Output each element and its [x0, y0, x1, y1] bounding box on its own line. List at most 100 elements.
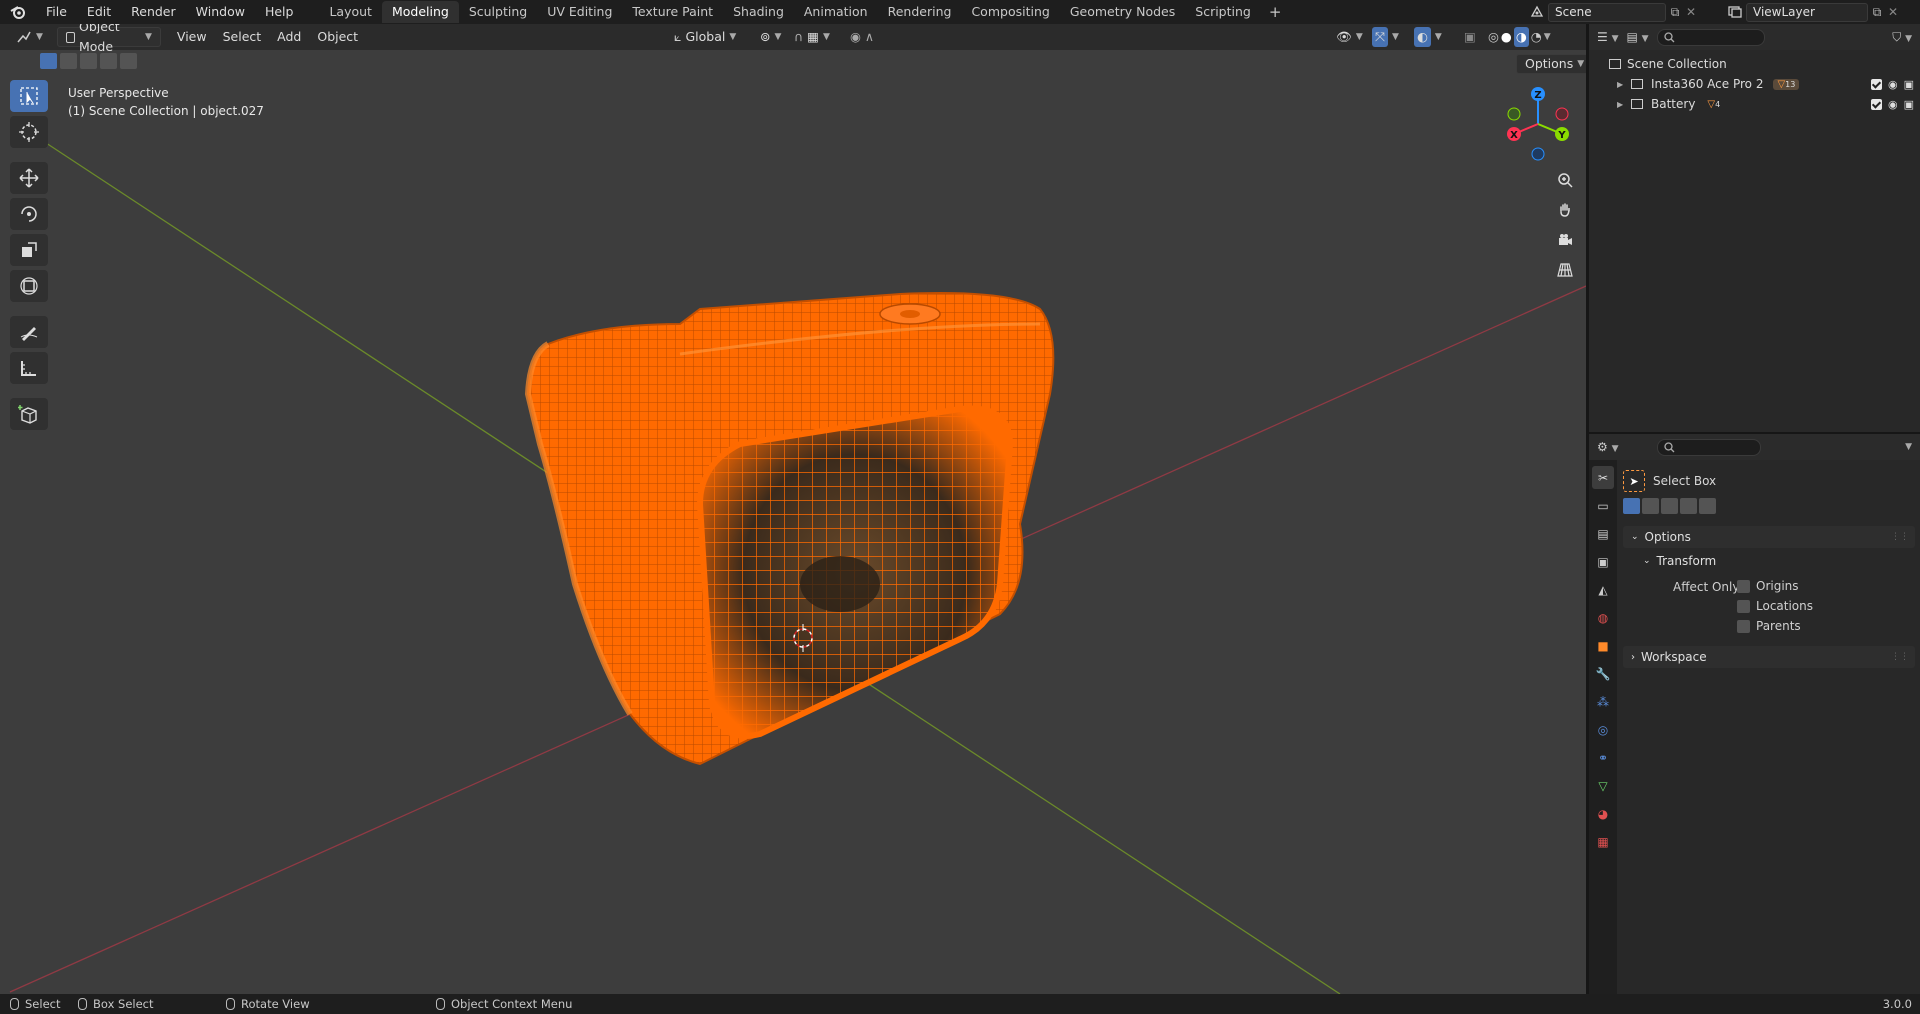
- select-invert-icon[interactable]: [1680, 498, 1697, 514]
- tab-shading[interactable]: Shading: [723, 1, 794, 23]
- exclude-checkbox[interactable]: [1870, 78, 1882, 90]
- physics-tab-icon[interactable]: ◎: [1592, 718, 1614, 741]
- output-tab-icon[interactable]: ▤: [1592, 522, 1614, 545]
- drag-handle-icon[interactable]: ⋮⋮: [1891, 652, 1909, 662]
- outliner-editor-type-button[interactable]: ☰ ▼: [1597, 30, 1619, 44]
- menu-render[interactable]: Render: [121, 0, 186, 24]
- menu-select[interactable]: Select: [215, 27, 270, 47]
- navigation-gizmo[interactable]: Z Y X: [1500, 86, 1576, 162]
- menu-view[interactable]: View: [169, 27, 215, 47]
- blender-logo-icon[interactable]: [0, 0, 36, 24]
- select-new-icon[interactable]: [1623, 498, 1640, 514]
- expand-arrow-icon[interactable]: ▶: [1617, 80, 1631, 89]
- tab-layout[interactable]: Layout: [319, 1, 382, 23]
- select-extend-icon[interactable]: [1642, 498, 1659, 514]
- remove-scene-icon[interactable]: ✕: [1684, 5, 1698, 19]
- locations-checkbox[interactable]: [1737, 599, 1750, 613]
- solid-shading-icon[interactable]: ●: [1501, 27, 1512, 47]
- 3d-viewport[interactable]: ▼ Object Mode ▼ View Select Add Object ⟀…: [0, 24, 1586, 994]
- proportional-edit-button[interactable]: ◉ ∧: [842, 27, 882, 47]
- pan-hand-icon[interactable]: [1552, 198, 1578, 222]
- rotate-tool[interactable]: [10, 198, 48, 230]
- camera-render-icon[interactable]: ▣: [1904, 78, 1914, 91]
- gizmo-toggle-button[interactable]: ⤧ ▼: [1364, 27, 1407, 47]
- viewlayer-name-field[interactable]: ViewLayer: [1746, 2, 1868, 22]
- menu-window[interactable]: Window: [186, 0, 255, 24]
- material-tab-icon[interactable]: ◕: [1592, 802, 1614, 825]
- transform-subpanel-header[interactable]: ⌄ Transform: [1623, 550, 1915, 572]
- overlay-toggle-button[interactable]: ◐ ▼: [1406, 27, 1450, 47]
- tab-modeling[interactable]: Modeling: [381, 1, 459, 23]
- scale-tool[interactable]: [10, 234, 48, 266]
- tab-uv-editing[interactable]: UV Editing: [537, 1, 622, 23]
- menu-object[interactable]: Object: [309, 27, 366, 47]
- menu-edit[interactable]: Edit: [77, 0, 121, 24]
- rendered-shading-icon[interactable]: ◔: [1531, 27, 1542, 47]
- tool-tab-icon[interactable]: ✂: [1592, 466, 1614, 489]
- origins-checkbox[interactable]: [1737, 579, 1750, 593]
- workspace-panel-header[interactable]: › Workspace ⋮⋮: [1623, 646, 1915, 668]
- world-tab-icon[interactable]: ◍: [1592, 606, 1614, 629]
- material-shading-icon[interactable]: ◑: [1513, 27, 1529, 47]
- selected-camera-object[interactable]: [524, 292, 1055, 766]
- constraints-tab-icon[interactable]: ⚭: [1592, 746, 1614, 769]
- parents-checkbox[interactable]: [1737, 619, 1750, 633]
- display-mode-button[interactable]: ▤ ▼: [1627, 30, 1649, 44]
- outliner-search-input[interactable]: [1656, 28, 1765, 46]
- exclude-checkbox[interactable]: [1870, 98, 1882, 110]
- outliner-item[interactable]: ▶ Insta360 Ace Pro 2 ▽13 ◉ ▣: [1589, 74, 1920, 94]
- mesh-data-tab-icon[interactable]: ▽: [1592, 774, 1614, 797]
- measure-tool[interactable]: [10, 352, 48, 384]
- menu-add[interactable]: Add: [269, 27, 309, 47]
- select-subtract-icon[interactable]: [80, 53, 97, 69]
- outliner-scene-collection[interactable]: Scene Collection: [1589, 54, 1920, 74]
- options-dropdown[interactable]: Options ▼: [1516, 54, 1586, 74]
- tab-compositing[interactable]: Compositing: [961, 1, 1059, 23]
- zoom-icon[interactable]: [1552, 168, 1578, 192]
- expand-arrow-icon[interactable]: ▶: [1617, 100, 1631, 109]
- transform-tool[interactable]: [10, 270, 48, 302]
- scene-name-field[interactable]: Scene: [1548, 2, 1666, 22]
- tab-animation[interactable]: Animation: [794, 1, 878, 23]
- select-intersect-icon[interactable]: [1699, 498, 1716, 514]
- filter-icon[interactable]: ⛉ ▼: [1892, 30, 1912, 45]
- drag-handle-icon[interactable]: ⋮⋮: [1891, 532, 1909, 542]
- modifier-tab-icon[interactable]: 🔧: [1592, 662, 1614, 685]
- select-intersect-icon[interactable]: [120, 53, 137, 69]
- texture-tab-icon[interactable]: ▦: [1592, 830, 1614, 853]
- eye-icon[interactable]: ◉: [1888, 98, 1898, 111]
- eye-icon[interactable]: ◉: [1888, 78, 1898, 91]
- add-workspace-button[interactable]: +: [1261, 3, 1290, 21]
- chevron-down-icon[interactable]: ▼: [1905, 442, 1912, 452]
- outliner-item[interactable]: ▶ Battery ▽4 ◉ ▣: [1589, 94, 1920, 114]
- copy-scene-icon[interactable]: ⧉: [1666, 5, 1684, 20]
- tab-sculpting[interactable]: Sculpting: [459, 1, 537, 23]
- copy-viewlayer-icon[interactable]: ⧉: [1868, 5, 1886, 20]
- cursor-tool[interactable]: [10, 116, 48, 148]
- camera-view-icon[interactable]: [1552, 228, 1578, 252]
- wireframe-shading-icon[interactable]: ◎: [1488, 27, 1499, 47]
- tab-rendering[interactable]: Rendering: [878, 1, 962, 23]
- properties-search-input[interactable]: [1656, 438, 1761, 456]
- particles-tab-icon[interactable]: ⁂: [1592, 690, 1614, 713]
- render-tab-icon[interactable]: ▭: [1592, 494, 1614, 517]
- select-extend-icon[interactable]: [60, 53, 77, 69]
- snap-button[interactable]: ∩ ▦ ▼: [786, 27, 838, 47]
- options-panel-header[interactable]: ⌄ Options ⋮⋮: [1623, 526, 1915, 548]
- tab-scripting[interactable]: Scripting: [1185, 1, 1261, 23]
- mode-dropdown[interactable]: Object Mode ▼: [56, 24, 161, 54]
- camera-render-icon[interactable]: ▣: [1904, 98, 1914, 111]
- orientation-dropdown[interactable]: ⟀ Global ▼: [666, 27, 744, 47]
- move-tool[interactable]: [10, 162, 48, 194]
- scene-tab-icon[interactable]: ◭: [1592, 578, 1614, 601]
- select-new-icon[interactable]: [40, 53, 57, 69]
- tab-texture-paint[interactable]: Texture Paint: [622, 1, 723, 23]
- editor-type-button[interactable]: ▼: [8, 27, 51, 47]
- annotate-tool[interactable]: [10, 316, 48, 348]
- object-tab-icon[interactable]: ■: [1592, 634, 1614, 657]
- menu-help[interactable]: Help: [255, 0, 304, 24]
- origins-checkbox-row[interactable]: Origins: [1737, 576, 1813, 596]
- select-subtract-icon[interactable]: [1661, 498, 1678, 514]
- select-box-tool[interactable]: [10, 80, 48, 112]
- tab-geometry-nodes[interactable]: Geometry Nodes: [1060, 1, 1185, 23]
